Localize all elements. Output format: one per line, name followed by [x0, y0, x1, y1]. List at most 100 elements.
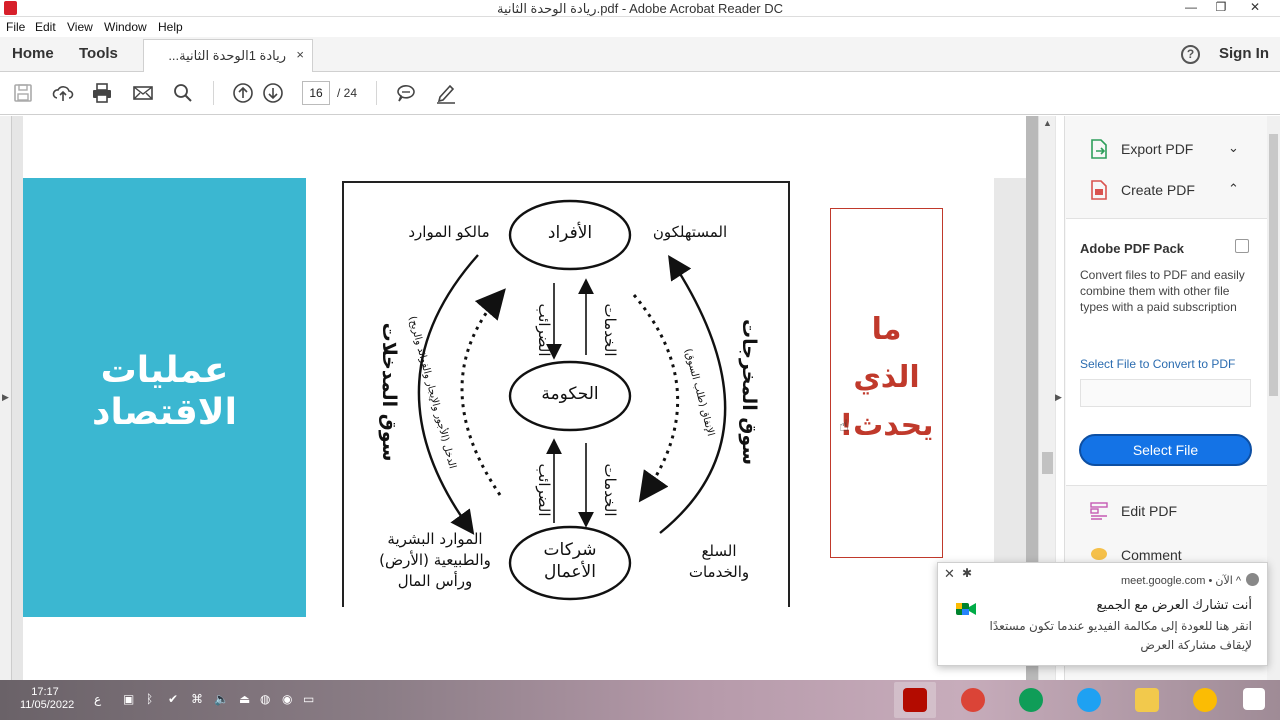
slide-title: عمليات الاقتصاد [23, 350, 306, 434]
upload-cloud-icon[interactable] [52, 82, 74, 104]
slide-title-line-1: عمليات [100, 350, 229, 391]
display-icon[interactable]: ▭ [303, 692, 314, 706]
page-number-input[interactable]: 16 [302, 81, 330, 105]
tab-home[interactable]: Home [12, 45, 54, 62]
taskbar-clock[interactable]: 17:17 11/05/2022 [20, 686, 74, 712]
services-label-top: الخدمات [601, 303, 619, 357]
expand-left-icon[interactable]: ▶ [2, 392, 9, 403]
file-drop-field[interactable] [1080, 379, 1251, 407]
network-icon[interactable]: ◍ [260, 692, 270, 706]
input-market-label: سوق المدخلات [378, 322, 400, 462]
menu-window[interactable]: Window [104, 20, 147, 34]
output-market-label: سوق المخرجات [738, 318, 760, 466]
close-window-button[interactable]: ✕ [1240, 0, 1270, 17]
language-indicator[interactable]: ع [94, 692, 101, 706]
circular-flow-diagram: الأفراد الحكومة شركات الأعمال مالكو المو… [342, 181, 790, 607]
edit-pdf-icon [1090, 502, 1108, 520]
menu-view[interactable]: View [67, 20, 93, 34]
select-convert-link[interactable]: Select File to Convert to PDF [1080, 357, 1235, 371]
toolbar-separator [376, 81, 377, 105]
zoom-icon[interactable]: ◉ [282, 692, 292, 706]
chevron-up-icon[interactable]: ⌃ [1228, 181, 1239, 197]
create-pdf-item[interactable]: Create PDF ⌃ [1088, 178, 1258, 204]
individuals-label: الأفراد [547, 223, 593, 243]
select-file-button[interactable]: Select File [1079, 434, 1252, 466]
collapse-pane-icon[interactable]: ▶ [1055, 392, 1062, 403]
chrome-icon [961, 688, 985, 712]
toolbar: 16 / 24 [0, 72, 1280, 115]
create-pdf-label: Create PDF [1121, 182, 1195, 198]
question-line-2: الذي [853, 360, 920, 395]
sign-in-button[interactable]: Sign In [1219, 45, 1269, 62]
notification-body: انقر هنا للعودة إلى مكالمة الفيديو عندما… [989, 619, 1252, 652]
acrobat-tray-icon[interactable]: ⌘ [191, 692, 203, 706]
menu-file[interactable]: File [6, 20, 25, 34]
slide-title-line-2: الاقتصاد [92, 392, 237, 433]
taskbar-internet-explorer[interactable] [1068, 682, 1110, 718]
notification-title: أنت تشارك العرض مع الجميع [1096, 597, 1252, 612]
chevron-down-icon[interactable]: ⌄ [1228, 140, 1239, 156]
goods-services-label: السلع والخدمات [674, 541, 764, 583]
tools-pane-scroll-thumb[interactable] [1269, 134, 1278, 396]
email-icon[interactable] [132, 82, 154, 104]
previous-page-icon[interactable] [232, 82, 254, 104]
defender-icon[interactable]: ✔ [168, 692, 178, 706]
scroll-up-icon[interactable]: ▲ [1043, 118, 1052, 128]
export-pdf-label: Export PDF [1121, 141, 1194, 157]
businesses-line-1: شركات [543, 540, 597, 560]
taskbar-acrobat[interactable] [894, 682, 936, 718]
tab-document[interactable]: ريادة 1الوحدة الثانية... × [143, 39, 313, 73]
edit-pdf-item[interactable]: Edit PDF [1088, 499, 1258, 525]
tray-app-icon[interactable]: ▣ [123, 692, 134, 706]
notification-source: meet.google.com • الآن ^ [1121, 575, 1241, 587]
close-tab-icon[interactable]: × [296, 47, 304, 62]
comment-icon[interactable] [395, 82, 417, 104]
taskbar-file-explorer[interactable] [1126, 682, 1168, 718]
income-flow-arrow [460, 288, 506, 496]
next-page-icon[interactable] [262, 82, 284, 104]
tools-pane-scrollbar[interactable] [1267, 116, 1280, 680]
gear-icon[interactable]: ✱ [962, 566, 972, 580]
help-icon[interactable]: ? [1181, 45, 1200, 64]
google-meet-icon [956, 603, 976, 615]
maximize-button[interactable]: ❐ [1206, 0, 1236, 17]
acrobat-window: ريادة الوحدة الثانية.pdf - Adobe Acrobat… [0, 0, 1280, 720]
chrome-icon [1193, 688, 1217, 712]
bluetooth-icon[interactable]: ᛒ [146, 692, 153, 706]
output-market-arrow [659, 254, 727, 534]
goods-line-2: والخدمات [688, 563, 750, 581]
acrobat-icon [903, 688, 927, 712]
spending-flow-arrow [632, 294, 680, 503]
government-label: الحكومة [541, 384, 599, 404]
menu-help[interactable]: Help [158, 20, 183, 34]
menu-edit[interactable]: Edit [35, 20, 56, 34]
scroll-thumb[interactable] [1042, 452, 1053, 474]
document-tab-label: ريادة 1الوحدة الثانية... [168, 48, 286, 63]
highlight-pen-icon[interactable] [435, 82, 457, 104]
resources-line-2: والطبيعية (الأرض) [379, 551, 491, 569]
taxes-label-bottom: الضرائب [535, 463, 553, 517]
window-title: ريادة الوحدة الثانية.pdf - Adobe Acrobat… [496, 1, 784, 16]
resource-owners-label: مالكو الموارد [408, 223, 490, 241]
usb-icon[interactable]: ⏏ [239, 692, 250, 706]
services-label-bottom: الخدمات [601, 463, 619, 517]
start-button[interactable] [1234, 682, 1276, 718]
comment-label: Comment [1121, 547, 1182, 563]
print-icon[interactable] [91, 82, 113, 104]
tab-tools[interactable]: Tools [79, 45, 118, 62]
pdf-pack-title: Adobe PDF Pack [1080, 241, 1185, 256]
export-pdf-item[interactable]: Export PDF ⌄ [1088, 137, 1258, 163]
volume-icon[interactable]: 🔈 [214, 692, 229, 706]
save-icon[interactable] [12, 82, 34, 104]
taskbar-chrome-profile-1[interactable] [952, 682, 994, 718]
meet-notification[interactable]: ✕ ✱ meet.google.com • الآن ^ أنت تشارك ا… [937, 562, 1268, 666]
taskbar-chrome[interactable] [1184, 682, 1226, 718]
businesses-label: شركات الأعمال [530, 539, 610, 583]
close-icon[interactable]: ✕ [944, 566, 955, 582]
resources-line-3: ورأس المال [397, 572, 473, 590]
copy-icon[interactable] [1235, 239, 1249, 253]
menu-bar: File Edit View Window Help [0, 17, 1280, 37]
taskbar-chrome-profile-2[interactable] [1010, 682, 1052, 718]
minimize-button[interactable]: — [1176, 0, 1206, 17]
search-icon[interactable] [172, 82, 194, 104]
